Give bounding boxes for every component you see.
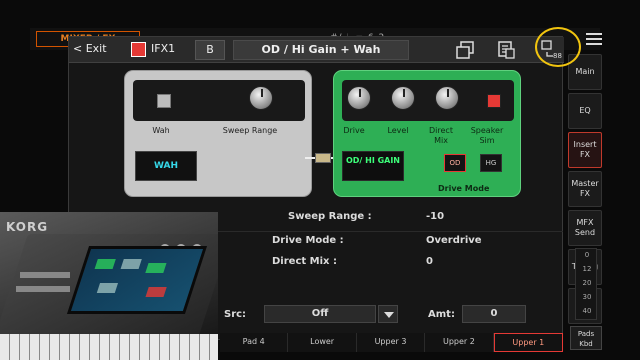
direct-mix-label: Direct Mix (429, 126, 453, 145)
ifx-on-indicator[interactable] (131, 42, 146, 57)
tab-lower[interactable]: Lower (288, 333, 357, 352)
menu-icon[interactable] (586, 33, 602, 45)
drive-label: Drive (343, 126, 365, 135)
param-label: Sweep Range : (288, 211, 372, 222)
param-value[interactable]: 0 (426, 256, 433, 267)
speaker-sim-label: Speaker Sim (470, 126, 504, 145)
tab-upper-2[interactable]: Upper 2 (425, 333, 494, 352)
meter-tick: 0 (584, 251, 590, 259)
param-value[interactable]: -10 (426, 211, 444, 222)
connector-plug-icon (315, 153, 331, 163)
photo-button-row (20, 272, 70, 278)
wah-effect-block[interactable]: Wah Sweep Range WAH (124, 70, 312, 197)
drive-effect-block[interactable]: Drive Level Direct Mix Speaker Sim OD/ H… (333, 70, 521, 197)
wah-display: WAH (135, 151, 197, 181)
drive-mode-label: Drive Mode (438, 184, 490, 193)
drive-knob[interactable] (347, 86, 371, 110)
sweep-range-label: Sweep Range (222, 126, 278, 135)
meter-tick: 20 (582, 279, 592, 287)
photo-button-row (16, 286, 70, 292)
amt-field[interactable]: 0 (462, 305, 526, 323)
keyboard-photo-inset: KORG (0, 212, 218, 360)
wah-label: Wah (152, 126, 170, 135)
dropdown-arrow-icon[interactable] (378, 305, 398, 323)
src-label: Src: (224, 309, 247, 320)
meter-tick: 30 (582, 293, 592, 301)
amt-label: Amt: (428, 309, 455, 320)
param-value[interactable]: Overdrive (426, 235, 482, 246)
paste-icon[interactable] (495, 40, 517, 60)
tab-upper-1[interactable]: Upper 1 (493, 333, 564, 352)
side-insert-fx-button[interactable]: Insert FX (568, 132, 602, 168)
side-eq-button[interactable]: EQ (568, 93, 602, 129)
meter-tick: 12 (582, 265, 592, 273)
part-tabs: Pad 4 Lower Upper 3 Upper 2 Upper 1 (220, 333, 564, 352)
effect-name-field[interactable]: OD / Hi Gain + Wah (233, 40, 409, 60)
side-mfx-send-button[interactable]: MFX Send (568, 210, 602, 246)
drive-control-panel (342, 80, 514, 121)
pads-kbd-button[interactable]: Pads Kbd (570, 326, 602, 350)
level-knob[interactable] (391, 86, 415, 110)
drive-mode-od-button[interactable]: OD (444, 154, 466, 172)
param-label: Direct Mix : (272, 256, 337, 267)
wah-switch[interactable] (157, 94, 171, 108)
meter-tick: 40 (582, 307, 592, 315)
wah-control-panel (133, 80, 305, 121)
sweep-range-knob[interactable] (249, 86, 273, 110)
copy-icon[interactable] (454, 40, 476, 60)
exit-button[interactable]: < Exit (73, 42, 107, 55)
direct-mix-knob[interactable] (435, 86, 459, 110)
screen: MIXER / FX #/ ♭ = 6 2 ... Main EQ Insert… (0, 0, 640, 360)
highlight-circle (535, 27, 581, 67)
od-hi-gain-display: OD/ HI GAIN (342, 151, 404, 181)
param-label: Drive Mode : (272, 235, 344, 246)
speaker-sim-switch[interactable] (487, 94, 501, 108)
ifx-label: IFX1 (151, 42, 176, 55)
ab-toggle-button[interactable]: B (195, 40, 225, 60)
level-label: Level (387, 126, 409, 135)
src-select[interactable]: Off (264, 305, 376, 323)
dialog-header: < Exit IFX1 B OD / Hi Gain + Wah 88 (69, 27, 581, 67)
side-master-fx-button[interactable]: Master FX (568, 171, 602, 207)
korg-logo: KORG (6, 220, 49, 234)
photo-lcd-screen (66, 246, 208, 314)
tab-upper-3[interactable]: Upper 3 (356, 333, 426, 352)
photo-keyboard-keys (0, 334, 218, 360)
drive-mode-hg-button[interactable]: HG (480, 154, 502, 172)
level-meter: 0 12 20 30 40 (575, 248, 597, 320)
tab-pad-4[interactable]: Pad 4 (220, 333, 289, 352)
